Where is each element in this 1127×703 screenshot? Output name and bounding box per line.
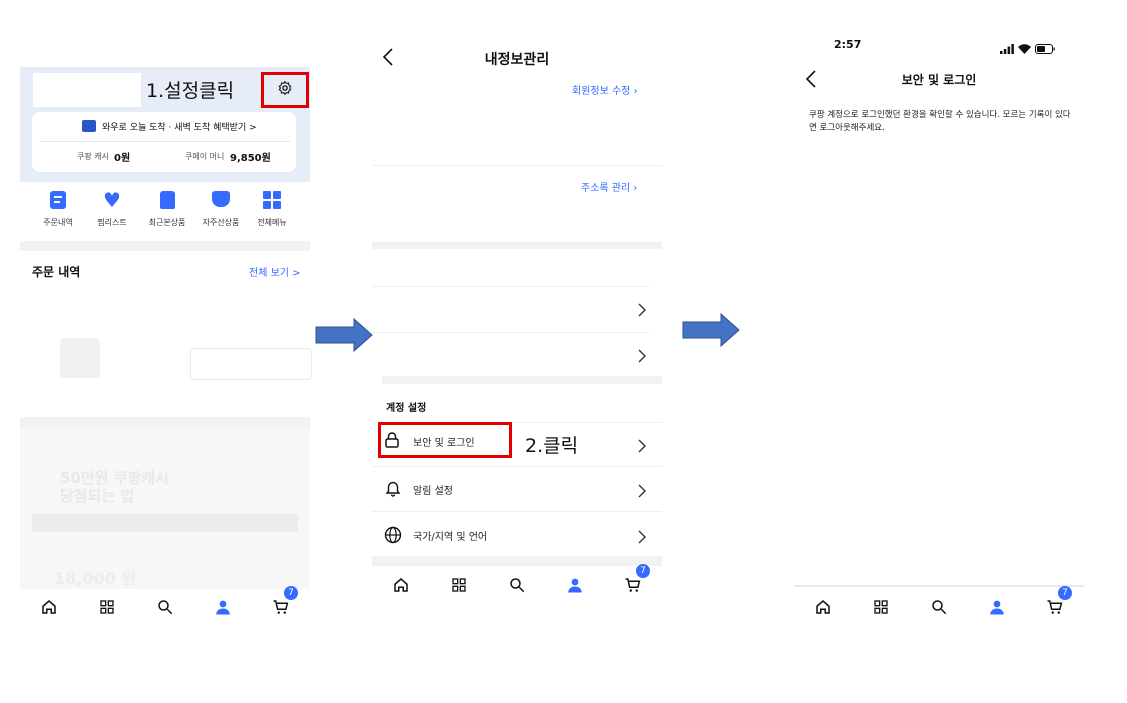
faded-promo-button [32,514,298,532]
profile-name-box [33,73,141,107]
rocket-wow-icon [82,120,96,132]
orders-title: 주문 내역 [32,265,81,279]
my-page-icon[interactable] [208,592,238,622]
category-icon[interactable] [92,592,122,622]
address-manage-label: 주소록 관리 [581,183,631,194]
my-page-icon[interactable] [982,592,1012,622]
faded-row [372,332,650,333]
gear-icon [277,80,293,100]
promo-link[interactable]: 와우로 오늘 도착 · 새벽 도착 혜택받기 > [102,120,257,133]
security-description: 쿠팡 계정으로 로그인했던 환경을 확인할 수 있습니다. 모르는 기록이 있다… [809,110,1071,133]
row-label: 알림 설정 [413,486,453,497]
chevron-right-icon[interactable] [638,438,646,457]
menu-item-orders[interactable]: 주문내역 [36,191,80,228]
notification-settings-row[interactable]: 알림 설정 [372,467,662,511]
security-login-row[interactable]: 보안 및 로그인 [378,422,512,458]
category-icon[interactable] [866,592,896,622]
faded-row [372,286,650,287]
page-title: 내정보관리 [484,52,550,68]
menu-item-frequent[interactable]: 자주산상품 [196,191,246,228]
menu-label: 주문내역 [43,218,73,227]
cash-value: 0원 [114,153,131,164]
pay-value: 9,850원 [230,153,271,164]
cart-repeat-icon [212,191,230,207]
bottom-nav: 7 [794,586,1084,622]
flow-arrow-right-icon [682,312,740,351]
panel-security-login: 2:57 보안 및 로그인 쿠팡 계정으로 로그인했던 환경을 확인할 수 있습… [794,30,1084,590]
section-divider [20,417,310,429]
row-label: 국가/지역 및 언어 [413,532,488,543]
cart-count-badge: 7 [1058,586,1072,600]
annotation-step2: 2.클릭 [525,435,579,457]
menu-label: 자주산상품 [202,218,240,227]
home-icon[interactable] [34,592,64,622]
bottom-divider [794,585,1084,587]
search-icon[interactable] [150,592,180,622]
wallet-divider [40,141,290,142]
menu-label: 찜리스트 [97,218,127,227]
menu-item-wishlist[interactable]: ♥ 찜리스트 [90,188,134,228]
annotation-step1: 1.설정클릭 [146,80,235,102]
section-divider [20,241,310,251]
chevron-right-icon [638,483,646,502]
account-section-title: 계정 설정 [386,403,427,414]
my-page-icon[interactable] [560,570,590,600]
panel-my-coupang: 1.설정클릭 와우로 오늘 도착 · 새벽 도착 혜택받기 > 쿠팡 캐시 0원… [20,67,312,627]
cart-count-badge: 7 [636,564,650,578]
cart-icon[interactable]: 7 [618,564,650,600]
grid-icon [263,191,281,209]
settings-button[interactable] [261,72,309,108]
status-icons [1000,39,1055,58]
status-time: 2:57 [834,38,862,51]
faded-order-area [40,293,312,413]
bottom-nav: 7 [20,586,310,622]
chevron-right-icon: › [633,86,638,97]
faded-promo-text: 당첨되는 법 [60,487,135,505]
category-icon[interactable] [444,570,474,600]
battery-icon [1035,39,1055,58]
search-icon[interactable] [502,570,532,600]
search-icon[interactable] [924,592,954,622]
address-manage-link[interactable]: 주소록 관리 › [581,179,637,194]
globe-icon [384,526,402,548]
panel-account-info: 내정보관리 회원정보 수정 › 주소록 관리 › 계정 설정 보안 및 로그인 … [372,38,662,618]
page-title: 보안 및 로그인 [901,73,977,87]
row-label: 보안 및 로그인 [413,438,475,449]
menu-label: 전체메뉴 [257,218,287,227]
orders-view-all-link[interactable]: 전체 보기 > [249,264,301,279]
menu-label: 최근본상품 [148,218,186,227]
flow-arrow-right-icon [315,317,373,356]
section-divider [372,242,662,249]
signal-icon [1000,39,1014,58]
cash-label: 쿠팡 캐시 [77,152,109,161]
country-language-row[interactable]: 국가/지역 및 언어 [372,512,662,556]
divider [372,165,662,166]
cart-count-badge: 7 [284,586,298,600]
home-icon[interactable] [386,570,416,600]
recent-bag-icon [159,191,175,209]
pay-label: 쿠페이 머니 [185,152,225,161]
cart-icon[interactable]: 7 [266,586,298,622]
chevron-right-icon[interactable] [638,302,646,321]
chevron-right-icon [638,529,646,548]
wifi-icon [1018,39,1031,58]
faded-price: 18,000 원 [54,569,137,588]
receipt-icon [50,191,66,209]
cart-icon[interactable]: 7 [1040,586,1072,622]
home-icon[interactable] [808,592,838,622]
menu-item-recent[interactable]: 최근본상품 [142,191,192,228]
chevron-right-icon[interactable] [638,348,646,367]
section-divider [372,556,662,566]
heart-icon: ♥ [103,188,121,212]
edit-member-label: 회원정보 수정 [572,86,631,97]
chevron-right-icon: › [633,183,638,194]
edit-member-link[interactable]: 회원정보 수정 › [572,82,638,97]
section-divider [382,376,662,384]
menu-item-all[interactable]: 전체메뉴 [250,191,294,228]
bottom-nav: 7 [372,564,662,600]
bell-icon [385,481,401,501]
lock-icon [385,432,399,452]
